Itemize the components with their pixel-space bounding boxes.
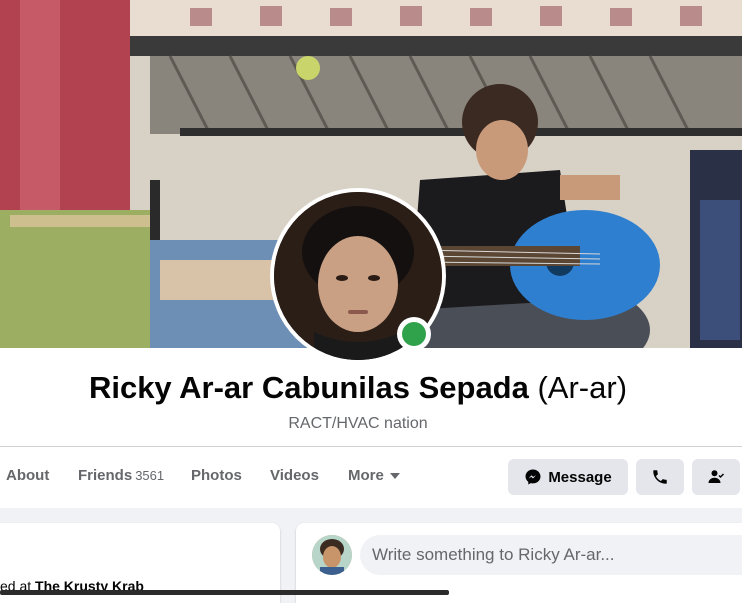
tab-photos[interactable]: Photos xyxy=(191,455,242,497)
tab-more-label: More xyxy=(348,467,384,484)
profile-full-name: Ricky Ar-ar Cabunilas Sepada xyxy=(88,370,529,405)
current-user-avatar[interactable] xyxy=(312,535,352,575)
messenger-icon xyxy=(525,469,541,485)
profile-bio: RACT/HVAC nation xyxy=(288,415,428,432)
tab-photos-label: Photos xyxy=(191,467,242,484)
online-status-dot xyxy=(397,317,431,351)
tab-videos-label: Videos xyxy=(270,467,319,484)
profile-alt-name: (Ar-ar) xyxy=(537,370,628,405)
tab-about-label: About xyxy=(6,467,50,484)
horizontal-scrollbar[interactable] xyxy=(0,590,449,595)
header-divider xyxy=(0,446,742,447)
tab-friends-label: Friends xyxy=(78,467,133,484)
chevron-down-icon xyxy=(389,473,400,480)
tab-videos[interactable]: Videos xyxy=(270,455,319,497)
post-composer-input[interactable]: Write something to Ricky Ar-ar... xyxy=(360,535,742,575)
tab-about[interactable]: About xyxy=(6,455,49,497)
phone-icon xyxy=(653,470,667,484)
profile-name: Ricky Ar-ar Cabunilas Sepada (Ar-ar) xyxy=(0,370,716,406)
friend-check-icon xyxy=(708,470,725,483)
tab-friends[interactable]: Friends 3561 xyxy=(78,455,164,497)
message-button[interactable]: Message xyxy=(508,459,628,495)
friends-button[interactable] xyxy=(692,459,740,495)
tab-more[interactable]: More xyxy=(348,455,400,497)
call-button[interactable] xyxy=(636,459,684,495)
friends-count: 3561 xyxy=(135,468,165,483)
message-button-label: Message xyxy=(548,468,612,486)
